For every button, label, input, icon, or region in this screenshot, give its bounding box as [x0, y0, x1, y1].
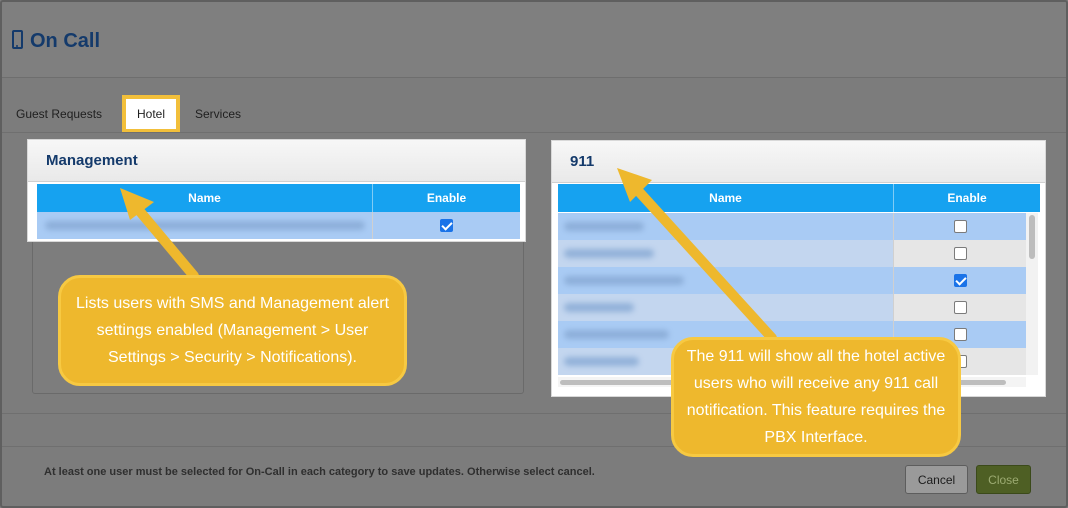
table-row — [558, 213, 1026, 240]
user-name-cell — [558, 294, 894, 321]
header: On Call — [2, 2, 1066, 78]
close-button[interactable]: Close — [976, 465, 1031, 494]
vertical-scrollbar[interactable] — [1026, 213, 1038, 375]
table-row — [558, 240, 1026, 267]
user-name-redacted — [564, 222, 644, 231]
user-name-redacted — [564, 357, 639, 366]
enable-checkbox[interactable] — [953, 220, 967, 233]
user-name-cell — [37, 212, 373, 239]
enable-checkbox[interactable] — [953, 274, 967, 287]
table-row — [558, 294, 1026, 321]
management-panel-title: Management — [46, 152, 138, 169]
enable-checkbox[interactable] — [953, 247, 967, 260]
enable-column-header[interactable]: Enable — [894, 184, 1040, 212]
enable-cell — [373, 212, 520, 239]
tab-guest-requests[interactable]: Guest Requests — [16, 107, 102, 121]
cancel-button[interactable]: Cancel — [905, 465, 968, 494]
user-name-redacted — [564, 249, 654, 258]
e911-panel-header: 911 — [552, 141, 1045, 183]
e911-panel-title: 911 — [570, 153, 595, 170]
enable-checkbox[interactable] — [953, 328, 967, 341]
page-title: On Call — [30, 30, 101, 52]
user-name-cell — [558, 267, 894, 294]
page-frame: On Call Guest Requests Hotel Services Ma… — [0, 0, 1068, 508]
footer-note: At least one user must be selected for O… — [44, 466, 595, 478]
enable-cell — [894, 294, 1026, 321]
user-name-redacted — [45, 221, 365, 230]
user-name-redacted — [564, 303, 634, 312]
tab-hotel[interactable]: Hotel — [126, 99, 176, 129]
enable-checkbox[interactable] — [440, 219, 453, 232]
e911-callout: The 911 will show all the hotel active u… — [671, 337, 961, 457]
mobile-phone-icon — [12, 30, 23, 49]
table-row — [37, 212, 520, 239]
tab-hotel-highlight: Hotel — [122, 95, 180, 133]
enable-cell — [894, 213, 1026, 240]
management-callout: Lists users with SMS and Management aler… — [58, 275, 407, 386]
tab-services[interactable]: Services — [195, 107, 241, 121]
management-panel-header: Management — [28, 140, 525, 182]
user-name-cell — [558, 240, 894, 267]
name-column-header[interactable]: Name — [37, 184, 373, 212]
table-row — [558, 267, 1026, 294]
management-callout-text: Lists users with SMS and Management aler… — [75, 295, 390, 366]
user-name-cell — [558, 213, 894, 240]
e911-grid-header: Name Enable — [558, 184, 1040, 212]
management-grid-header: Name Enable — [37, 184, 520, 212]
enable-cell — [894, 267, 1026, 294]
name-column-header[interactable]: Name — [558, 184, 894, 212]
user-name-redacted — [564, 330, 669, 339]
vertical-scrollbar-thumb[interactable] — [1029, 215, 1035, 259]
enable-checkbox[interactable] — [953, 301, 967, 314]
enable-column-header[interactable]: Enable — [373, 184, 520, 212]
management-panel: Management Name Enable — [27, 139, 526, 242]
user-name-redacted — [564, 276, 684, 285]
enable-cell — [894, 240, 1026, 267]
e911-callout-text: The 911 will show all the hotel active u… — [686, 348, 946, 446]
